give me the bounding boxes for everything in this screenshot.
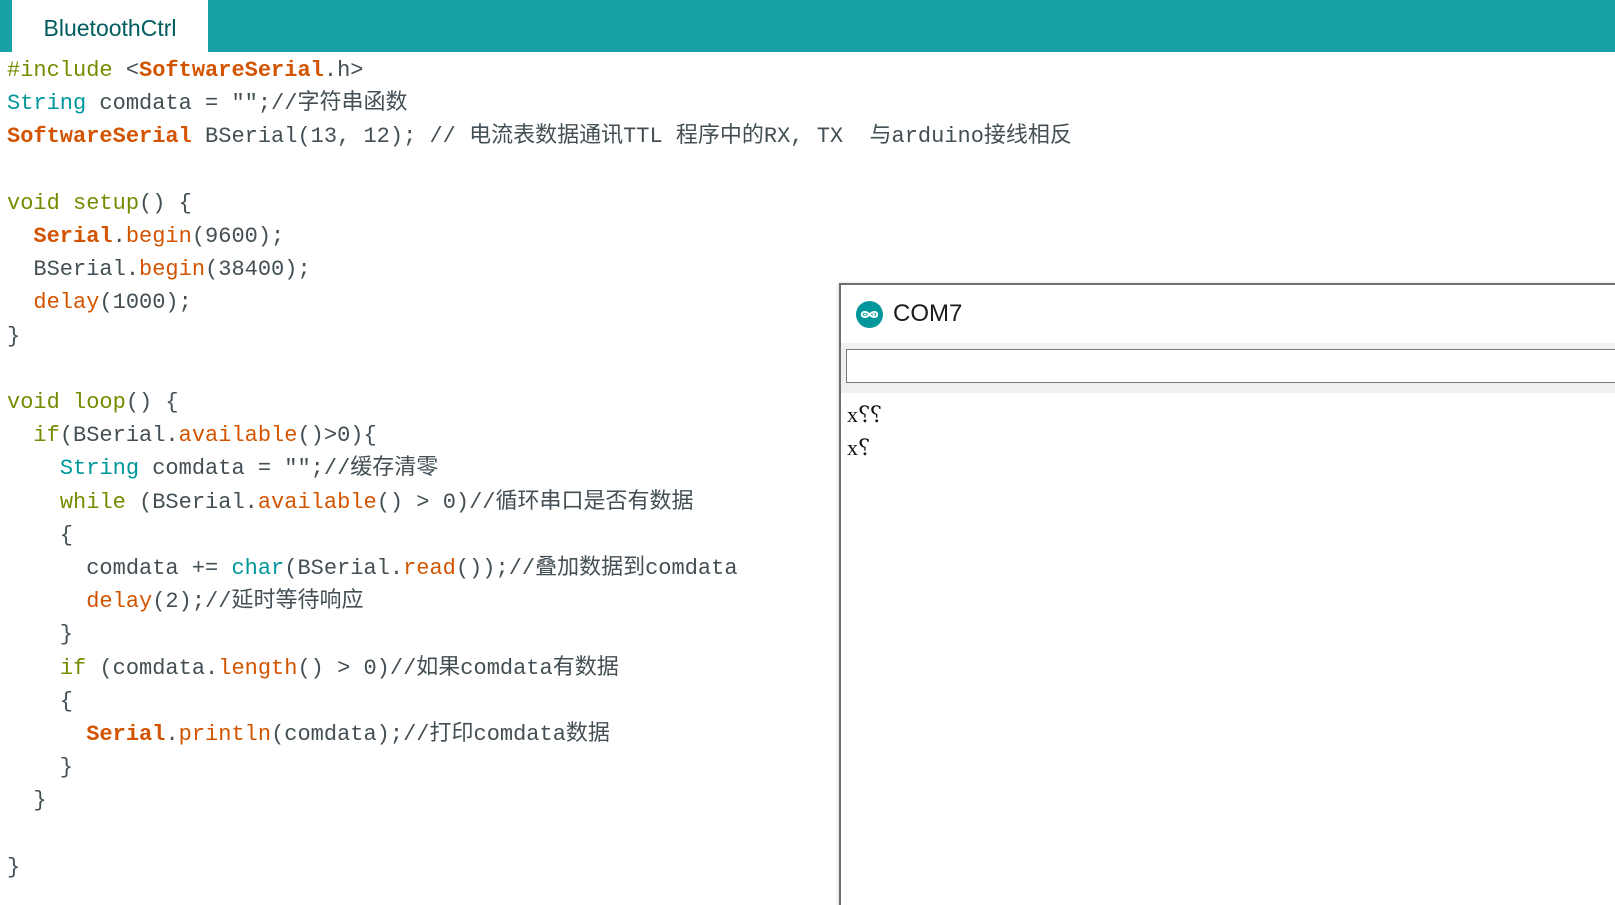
- code-token: }: [7, 323, 21, 349]
- code-token: }: [7, 622, 74, 648]
- code-line: String comdata = "";//字符串函数: [7, 88, 407, 120]
- code-token: (BSerial.: [125, 489, 258, 515]
- code-line: Serial.println(comdata);//打印comdata数据: [7, 719, 610, 751]
- code-line: }: [7, 852, 20, 884]
- code-line: if(BSerial.available()>0){: [7, 420, 377, 452]
- code-token: .: [112, 224, 126, 249]
- code-line: void loop() {: [7, 387, 179, 419]
- code-token: (BSerial.: [284, 556, 404, 581]
- code-line: comdata += char(BSerial.read());//叠加数据到c…: [7, 553, 738, 585]
- code-line: {: [7, 686, 73, 718]
- code-line: {: [7, 520, 73, 552]
- code-line: SoftwareSerial BSerial(13, 12); // 电流表数据…: [7, 121, 1072, 153]
- code-line: while (BSerial.available() > 0)//循环串口是否有…: [7, 487, 694, 519]
- code-token: .: [165, 722, 179, 747]
- code-token: }: [7, 788, 47, 814]
- code-token: {: [7, 688, 74, 714]
- code-line: }: [7, 785, 47, 817]
- code-token: }: [7, 755, 74, 781]
- code-token: Serial: [86, 722, 166, 747]
- code-token: (comdata.: [86, 655, 219, 681]
- code-token: SoftwareSerial: [7, 124, 192, 150]
- code-line: delay(2);//延时等待响应: [7, 586, 363, 618]
- serial-output-area[interactable]: x⸮⸮ x⸮: [841, 393, 1615, 905]
- arduino-ide-window: BluetoothCtrl #include <SoftwareSerial.h…: [0, 0, 1615, 905]
- code-line: delay(1000);: [7, 287, 192, 319]
- serial-output-line: x⸮⸮: [847, 402, 882, 427]
- code-token: begin: [125, 224, 192, 249]
- code-token: comdata +=: [7, 556, 232, 581]
- code-line: Serial.begin(9600);: [7, 221, 284, 253]
- serial-monitor-title: COM7: [893, 300, 963, 327]
- code-token: () > 0)//如果comdata有数据: [297, 655, 619, 681]
- serial-monitor-window: COM7 x⸮⸮ x⸮: [839, 283, 1615, 905]
- code-line: if (comdata.length() > 0)//如果comdata有数据: [7, 653, 619, 685]
- code-token: Serial: [33, 224, 113, 249]
- code-token: char: [231, 556, 285, 581]
- code-line: String comdata = "";//缓存清零: [7, 453, 438, 485]
- code-token: available: [178, 423, 298, 449]
- code-token: available: [257, 489, 377, 515]
- code-token: (38400);: [205, 257, 311, 283]
- code-token: println: [178, 722, 272, 747]
- serial-output-line: x⸮: [847, 435, 870, 460]
- editor-tab-bar: BluetoothCtrl: [0, 0, 1615, 52]
- code-token: }: [7, 854, 21, 880]
- code-token: (comdata);//打印comdata数据: [271, 722, 610, 747]
- code-token: void: [7, 390, 60, 415]
- code-token: if: [59, 655, 87, 681]
- code-token: length: [218, 655, 298, 681]
- code-token: {: [7, 522, 74, 548]
- code-token: ());//叠加数据到comdata: [455, 556, 738, 581]
- code-token: .h>: [323, 58, 364, 83]
- code-token: setup: [73, 190, 140, 216]
- code-token: String: [7, 91, 87, 117]
- code-token: () {: [125, 390, 179, 415]
- code-token: () {: [139, 190, 192, 216]
- serial-monitor-titlebar[interactable]: COM7: [841, 285, 1615, 343]
- code-token: comdata = "";//字符串函数: [86, 91, 408, 117]
- code-token: begin: [139, 257, 206, 283]
- serial-send-input[interactable]: [846, 349, 1615, 383]
- code-token: () > 0)//循环串口是否有数据: [376, 489, 694, 515]
- code-line: }: [7, 321, 20, 353]
- code-token: (BSerial.: [59, 423, 179, 449]
- code-token: while: [59, 489, 126, 515]
- code-token: #include: [7, 58, 126, 83]
- tab-bluetoothctrl[interactable]: BluetoothCtrl: [12, 0, 208, 52]
- code-token: comdata = "";//缓存清零: [139, 456, 439, 482]
- code-line: BSerial.begin(38400);: [7, 254, 311, 286]
- code-token: read: [403, 556, 456, 581]
- code-token: ()>0){: [297, 423, 377, 449]
- code-token: (2);//延时等待响应: [152, 589, 364, 615]
- code-token: SoftwareSerial: [139, 58, 324, 83]
- code-token: BSerial(13, 12); // 电流表数据通讯TTL 程序中的RX, T…: [191, 124, 1072, 150]
- code-token: BSerial.: [7, 257, 140, 283]
- code-token: (1000);: [99, 290, 192, 316]
- arduino-infinity-icon: [855, 300, 884, 329]
- code-token: if: [33, 423, 60, 449]
- code-token: loop: [73, 390, 126, 415]
- code-line: void setup() {: [7, 188, 192, 220]
- code-token: (9600);: [191, 224, 285, 249]
- code-token: String: [59, 456, 140, 482]
- code-line: }: [7, 619, 73, 651]
- code-line: #include <SoftwareSerial.h>: [7, 55, 363, 87]
- code-token: <: [125, 58, 140, 83]
- code-token: delay: [86, 589, 153, 615]
- code-token: delay: [33, 290, 100, 316]
- serial-send-bar: [841, 343, 1615, 393]
- code-line: }: [7, 752, 73, 784]
- code-token: void: [7, 190, 60, 216]
